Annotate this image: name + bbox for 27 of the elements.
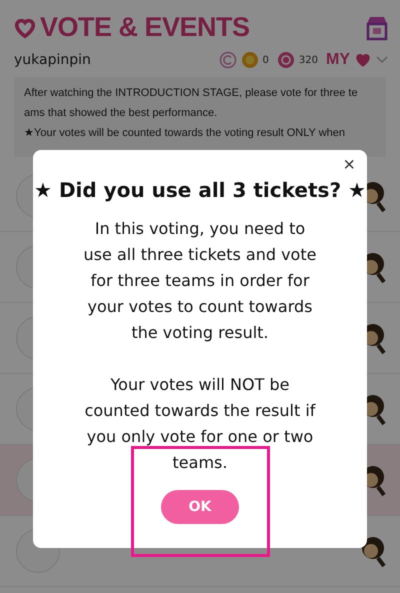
close-button[interactable]: × [339,154,359,177]
w-coin-icon [276,51,295,69]
dialog-message-line: use all three tickets and vote [84,244,316,266]
w-coin-count: 320 [298,54,318,66]
dialog-message-line: Your votes will NOT be [110,374,290,396]
copyright-coin-icon [218,51,237,69]
chevron-down-icon[interactable] [376,56,388,64]
shop-icon[interactable] [364,14,390,40]
coin-count: 0 [262,54,269,66]
my-label[interactable]: MY [326,51,350,69]
notice-text: ★Your votes will be counted towards the voting result ONLY when [24,126,346,141]
dialog-title: ★ Did you use all 3 tickets? ★ [34,178,366,202]
dialog-message-line: your votes to count towards [88,296,312,318]
heart-logo-icon [14,16,36,38]
dialog-message-line: for three teams in order for [90,270,310,292]
ok-button[interactable]: OK [161,490,239,524]
username: yukapinpin [14,52,91,68]
dialog-message-line: the voting result. [131,322,269,344]
coin-icon [240,51,259,69]
dialog-message-line: counted towards the result if [84,400,316,422]
app-title: VOTE & EVENTS [40,12,250,43]
heart-icon [354,51,372,69]
dialog-message-line: teams. [172,452,228,474]
dialog-message-line: In this voting, you need to [94,218,306,240]
dialog-message-line: you only vote for one or two [86,426,314,448]
notice-text: After watching the INTRODUCTION STAGE, please vote for three te [24,86,358,101]
notice-text: ams that showed the best performance. [24,106,218,121]
